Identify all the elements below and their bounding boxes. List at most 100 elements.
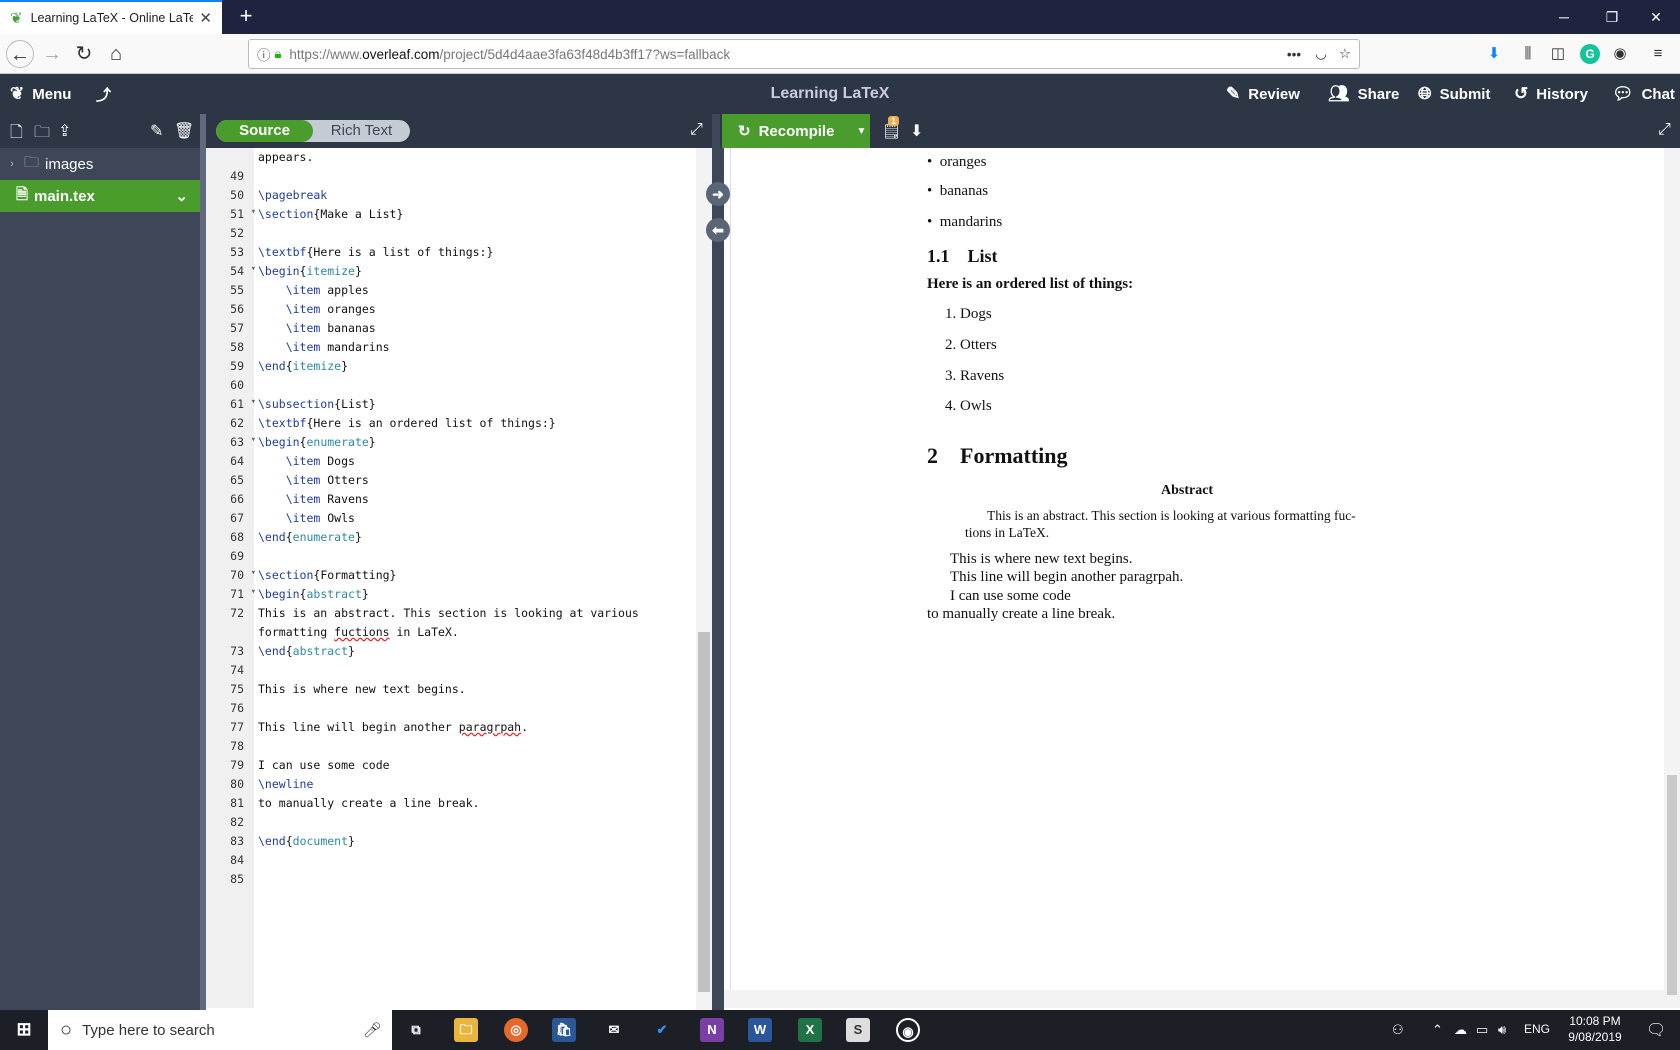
hamburger-menu-icon[interactable]: ≡: [1648, 44, 1668, 64]
close-window-button[interactable]: ✕: [1632, 0, 1680, 34]
back-button[interactable]: ←: [6, 40, 34, 68]
taskbar-clock[interactable]: 10:08 PM 9/08/2019: [1560, 1013, 1630, 1045]
code-line[interactable]: \textbf{Here is an ordered list of thing…: [258, 416, 556, 430]
new-folder-icon[interactable]: 🗀︎: [34, 121, 50, 148]
code-line[interactable]: \newline: [258, 777, 313, 791]
up-project-button[interactable]: ⤴: [96, 74, 111, 114]
minimize-button[interactable]: ─: [1540, 0, 1588, 34]
pdf-viewer[interactable]: • oranges • bananas • mandarins 1.1 List…: [730, 148, 1664, 990]
code-line[interactable]: appears.: [258, 150, 313, 164]
new-tab-button[interactable]: +: [232, 3, 260, 31]
expand-pdf-icon[interactable]: ⤢: [1658, 121, 1671, 139]
onenote-icon[interactable]: N: [700, 1018, 724, 1042]
restore-button[interactable]: ❐: [1588, 0, 1636, 34]
sidebar-icon[interactable]: ◫: [1548, 44, 1568, 64]
delete-trash-icon[interactable]: 🗑︎: [174, 121, 194, 141]
tray-chevron-up-icon[interactable]: ⌃: [1432, 1022, 1443, 1038]
downloads-icon[interactable]: ⬇: [1484, 44, 1504, 64]
browser-tab[interactable]: ❦ Learning LaTeX - Online LaTeX ✕: [0, 0, 222, 34]
upload-icon[interactable]: ⇪: [58, 121, 71, 141]
code-line[interactable]: \begin{abstract}: [258, 587, 369, 601]
rename-pencil-icon[interactable]: ✎: [150, 121, 163, 141]
code-line[interactable]: \subsection{List}: [258, 397, 376, 411]
source-mode-button[interactable]: Source: [216, 120, 313, 142]
code-line[interactable]: This is an abstract. This section is loo…: [258, 606, 639, 620]
share-button[interactable]: 👥︎ Share: [1328, 74, 1399, 114]
snip-tool-icon[interactable]: S: [846, 1018, 870, 1042]
chevron-down-icon[interactable]: ⌄: [175, 187, 188, 205]
line-number[interactable]: 71: [206, 587, 256, 601]
url-bar[interactable]: ⓘ 🔒︎ https://www. overleaf.com/project/5d…: [248, 39, 1360, 69]
code-line[interactable]: I can use some code: [258, 758, 390, 772]
line-number[interactable]: 70: [206, 568, 256, 582]
editor-scrollbar-thumb[interactable]: [698, 632, 710, 992]
firefox-icon[interactable]: ◎: [504, 1018, 528, 1042]
volume-icon[interactable]: 🔊︎: [1498, 1022, 1506, 1038]
network-icon[interactable]: ▭: [1476, 1022, 1488, 1038]
code-line[interactable]: \item Otters: [258, 473, 369, 487]
sync-to-pdf-icon[interactable]: ➜: [706, 182, 730, 206]
code-line[interactable]: \section{Formatting}: [258, 568, 396, 582]
code-line[interactable]: \item apples: [258, 283, 369, 297]
code-line[interactable]: \item bananas: [258, 321, 376, 335]
code-editor[interactable]: appears. \pagebreak \section{Make a List} \…: [254, 148, 696, 1008]
windows-start-icon[interactable]: ⊞: [12, 1018, 36, 1042]
code-line[interactable]: \begin{itemize}: [258, 264, 362, 278]
project-title[interactable]: Learning LaTeX: [0, 74, 1660, 114]
language-indicator[interactable]: ENG: [1524, 1022, 1550, 1036]
info-icon[interactable]: ⓘ: [257, 44, 271, 64]
line-number[interactable]: 63: [206, 435, 256, 449]
code-line[interactable]: \end{enumerate}: [258, 530, 362, 544]
chat-button[interactable]: 💬︎ Chat: [1612, 74, 1675, 114]
library-icon[interactable]: ⫼: [1518, 44, 1538, 64]
code-line[interactable]: \item mandarins: [258, 340, 390, 354]
rich-text-mode-button[interactable]: Rich Text: [313, 120, 410, 142]
caret-down-icon[interactable]: ▼: [856, 126, 866, 137]
taskbar-search-box[interactable]: ○ Type here to search 🎤︎: [48, 1010, 392, 1050]
microphone-icon[interactable]: 🎤︎: [363, 1021, 382, 1039]
code-line[interactable]: \item Dogs: [258, 454, 355, 468]
task-view-icon[interactable]: ⧉: [404, 1018, 428, 1042]
history-button[interactable]: ↺ History: [1514, 74, 1588, 114]
reload-button[interactable]: ↻: [70, 40, 98, 68]
mail-icon[interactable]: ✉: [602, 1018, 626, 1042]
people-icon[interactable]: ⚇: [1392, 1022, 1404, 1038]
page-actions-icon[interactable]: •••: [1287, 47, 1301, 62]
code-line[interactable]: \pagebreak: [258, 188, 327, 202]
code-line[interactable]: \end{document}: [258, 834, 355, 848]
new-file-icon[interactable]: 🗋︎: [10, 121, 23, 148]
store-icon[interactable]: 🛍︎: [552, 1018, 576, 1042]
code-line[interactable]: formatting fuctions in LaTeX.: [258, 625, 459, 639]
menu-button[interactable]: ❦ Menu: [10, 74, 71, 114]
code-line[interactable]: \item Ravens: [258, 492, 369, 506]
excel-icon[interactable]: X: [798, 1018, 822, 1042]
sync-to-code-icon[interactable]: ⬅: [706, 218, 730, 242]
chevron-right-icon[interactable]: ›: [0, 158, 24, 170]
code-line[interactable]: This line will begin another paragrpah.: [258, 720, 528, 734]
close-tab-icon[interactable]: ✕: [199, 9, 212, 27]
pocket-icon[interactable]: ◡: [1315, 46, 1327, 62]
notification-icon[interactable]: 🗨︎: [1646, 1020, 1666, 1040]
code-line[interactable]: \end{itemize}: [258, 359, 348, 373]
bookmark-star-icon[interactable]: ☆: [1339, 46, 1351, 62]
account-icon[interactable]: ◉: [1610, 44, 1630, 64]
code-line[interactable]: to manually create a line break.: [258, 796, 480, 810]
recompile-button[interactable]: ↻ Recompile ▼: [722, 114, 870, 148]
word-icon[interactable]: W: [748, 1018, 772, 1042]
code-line[interactable]: \item Owls: [258, 511, 355, 525]
line-number[interactable]: 61: [206, 397, 256, 411]
file-explorer-icon[interactable]: 🗀︎: [454, 1018, 478, 1042]
todo-check-icon[interactable]: ✔: [650, 1018, 674, 1042]
pdf-scrollbar-thumb[interactable]: [1667, 775, 1677, 995]
line-number[interactable]: 51: [206, 207, 256, 221]
file-tree-file-main[interactable]: 🗎︎ main.tex ⌄: [0, 180, 200, 212]
forward-button[interactable]: →: [38, 40, 66, 68]
line-number[interactable]: 54: [206, 264, 256, 278]
file-tree-folder-images[interactable]: › 🗀︎ images: [0, 148, 200, 180]
code-line[interactable]: \item oranges: [258, 302, 376, 316]
code-line[interactable]: \begin{enumerate}: [258, 435, 376, 449]
pdf-horizontal-scrollbar[interactable]: [724, 990, 1664, 1008]
grammarly-icon[interactable]: G: [1580, 44, 1600, 64]
home-button[interactable]: ⌂: [102, 40, 130, 68]
submit-button[interactable]: 🌐︎ Submit: [1418, 74, 1490, 114]
